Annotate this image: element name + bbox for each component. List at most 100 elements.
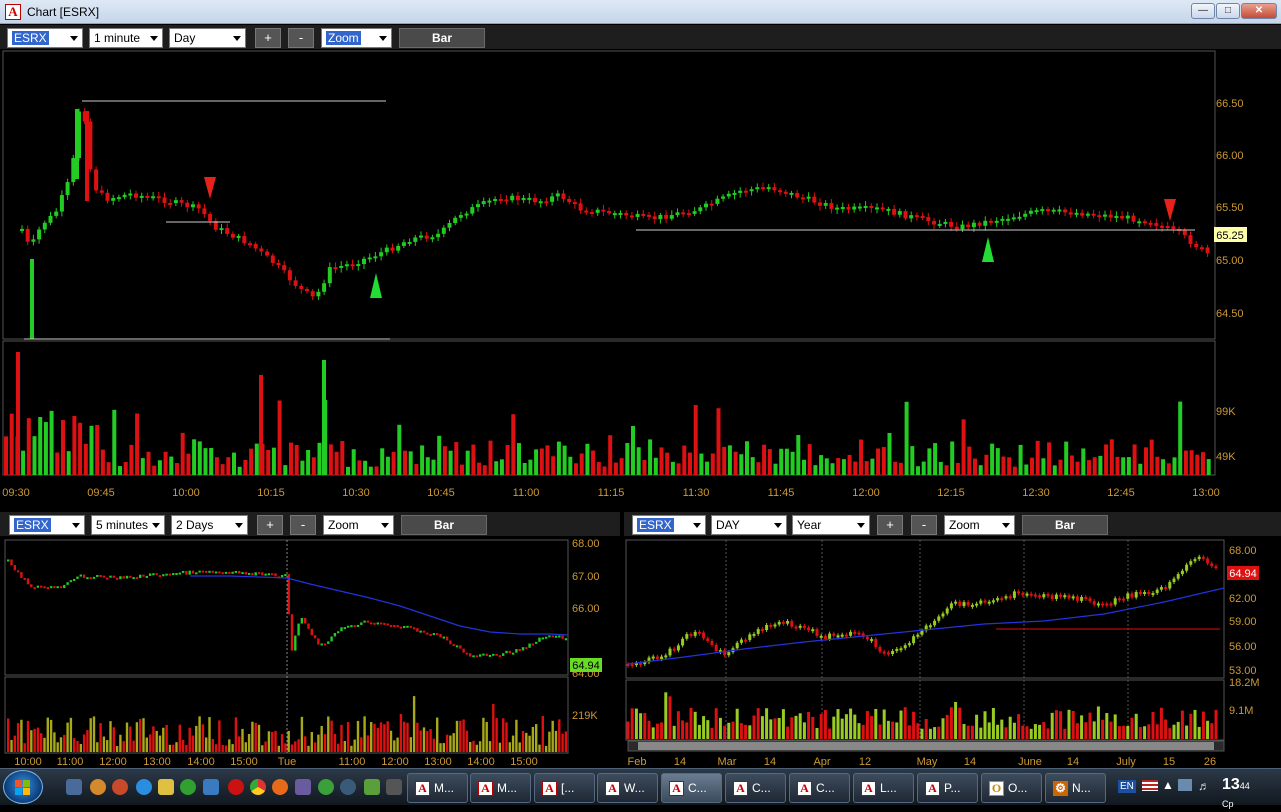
candle (1051, 209, 1056, 212)
media-icon[interactable] (295, 779, 311, 795)
zoom-in-button[interactable]: + (877, 515, 903, 535)
candle (1067, 595, 1071, 599)
intraday-price-chart[interactable]: 68.0067.0066.0064.00 219K 10:00 11:00 12:0… (0, 536, 620, 768)
volume-bar (1138, 727, 1142, 739)
candle (7, 559, 10, 562)
email-icon[interactable] (180, 779, 196, 795)
mode-select[interactable]: Zoom (944, 515, 1015, 535)
candle (1000, 598, 1004, 601)
candle (979, 600, 983, 604)
volume-bar (568, 456, 573, 475)
candle (449, 640, 452, 645)
candle (800, 197, 805, 200)
mode-select[interactable]: Zoom (321, 28, 392, 48)
taskbar-button[interactable]: A M... (407, 773, 468, 803)
firefox-icon[interactable] (272, 779, 288, 795)
zoom-in-button[interactable]: + (257, 515, 283, 535)
close-button[interactable]: ✕ (1241, 3, 1277, 19)
start-button[interactable] (3, 770, 43, 804)
range-select[interactable]: 2 Days (171, 515, 248, 535)
messenger-icon[interactable] (158, 779, 174, 795)
volume-bar (125, 722, 129, 752)
candle (790, 620, 794, 627)
volume-bar (522, 462, 527, 475)
candle (903, 211, 908, 219)
minimize-button[interactable]: — (1191, 3, 1215, 19)
show-desktop-icon[interactable] (66, 779, 82, 795)
time-axis-label: 10:00 (14, 756, 42, 768)
taskbar-button[interactable]: ⚙ N... (1045, 773, 1106, 803)
candle (356, 624, 360, 627)
alien-icon[interactable] (364, 779, 380, 795)
opera-icon[interactable] (228, 779, 244, 795)
dots-icon[interactable] (386, 779, 402, 795)
candle (465, 652, 469, 655)
volume-bar (498, 742, 502, 752)
taskbar-button[interactable]: A [... (534, 773, 595, 803)
candle (962, 602, 966, 607)
daily-price-chart[interactable]: 68.00 62.00 59.00 56.00 53.00 18.2M 9.1M Feb 1… (624, 536, 1281, 768)
taskbar-button[interactable]: O O... (981, 773, 1042, 803)
candle (412, 627, 416, 630)
taskbar-button[interactable]: A M... (470, 773, 531, 803)
volume-bar (163, 451, 168, 475)
network-icon[interactable] (1178, 779, 1192, 791)
volume-bar (72, 415, 77, 475)
candle (1138, 591, 1142, 594)
volume-bar (756, 708, 760, 739)
candle (198, 570, 201, 573)
volume-bar (241, 728, 244, 752)
taskbar-button[interactable]: A P... (917, 773, 978, 803)
search-icon[interactable] (340, 779, 356, 795)
taskbar-button[interactable]: A C... (661, 773, 722, 803)
volume-bar (1195, 454, 1200, 475)
gear-icon[interactable] (90, 779, 106, 795)
chrome-icon[interactable] (250, 779, 266, 795)
arrow-icon[interactable]: ▲ (1162, 778, 1174, 792)
volume-bar (921, 461, 926, 475)
volume-bar (425, 457, 430, 475)
flag-icon[interactable] (1142, 780, 1158, 791)
symbol-select[interactable]: ESRX (7, 28, 83, 48)
chart-style-button[interactable]: Bar (1022, 515, 1108, 535)
range-select[interactable]: Day (169, 28, 246, 48)
candle (30, 584, 33, 588)
volume-bar (55, 452, 60, 475)
volume-bar (436, 717, 439, 752)
symbol-select[interactable]: ESRX (632, 515, 706, 535)
utorrent-icon[interactable] (318, 779, 334, 795)
candle (453, 217, 458, 224)
taskbar-button[interactable]: A L... (853, 773, 914, 803)
internet-explorer-icon[interactable] (136, 779, 152, 795)
scrollbar-thumb[interactable] (638, 742, 1214, 750)
maximize-button[interactable]: □ (1216, 3, 1240, 19)
interval-select[interactable]: 5 minutes (91, 515, 165, 535)
zoom-out-button[interactable]: - (290, 515, 316, 535)
range-select[interactable]: Year (792, 515, 870, 535)
interval-select[interactable]: DAY (711, 515, 787, 535)
candle (452, 644, 455, 647)
zoom-in-button[interactable]: + (255, 28, 281, 48)
volume-bar (419, 730, 422, 752)
volume-icon[interactable]: ♬ (1198, 779, 1210, 793)
taskbar-button[interactable]: A C... (725, 773, 786, 803)
interval-select[interactable]: 1 minute (89, 28, 163, 48)
symbol-select[interactable]: ESRX (9, 515, 85, 535)
browser-icon[interactable] (112, 779, 128, 795)
main-price-chart[interactable]: 66.50 66.00 65.50 65.00 64.50 99K 49K 09:30 09… (0, 49, 1281, 505)
volume-bar (714, 708, 718, 739)
language-indicator[interactable]: EN (1118, 780, 1136, 793)
clock[interactable]: 1344 Cp (1222, 776, 1250, 812)
zoom-out-button[interactable]: - (911, 515, 937, 535)
taskbar-button[interactable]: A C... (789, 773, 850, 803)
weather-icon[interactable] (203, 779, 219, 795)
mode-select[interactable]: Zoom (323, 515, 394, 535)
chart-style-button[interactable]: Bar (401, 515, 487, 535)
chart-style-button[interactable]: Bar (399, 28, 485, 48)
volume-bar (356, 720, 360, 752)
zoom-out-button[interactable]: - (288, 28, 314, 48)
taskbar-button[interactable]: A W... (597, 773, 658, 803)
candle (584, 210, 589, 213)
volume-bar (455, 720, 459, 752)
volume-bar (157, 460, 162, 475)
